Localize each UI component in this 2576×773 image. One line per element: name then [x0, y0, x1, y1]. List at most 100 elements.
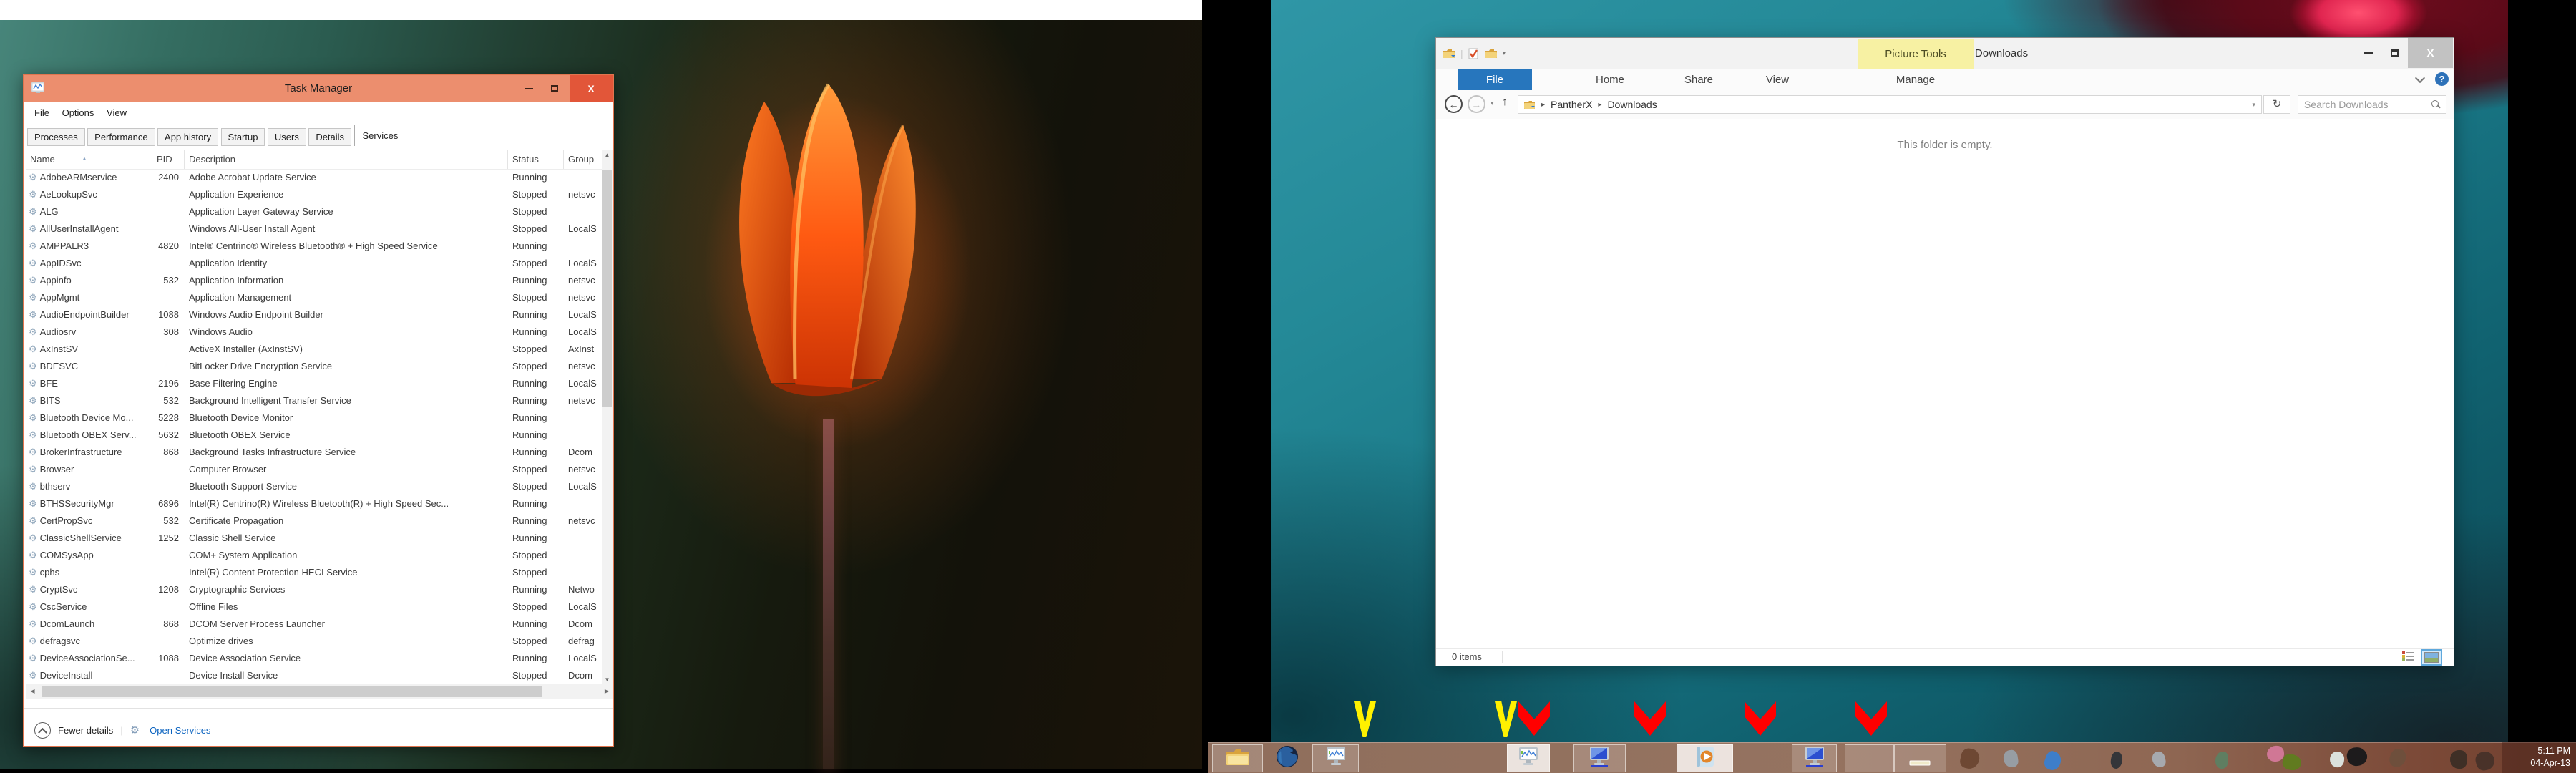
service-row[interactable]: ⚙BFE2196Base Filtering EngineRunningLoca…: [26, 375, 602, 392]
tab-home[interactable]: Home: [1596, 69, 1624, 90]
menu-view[interactable]: View: [107, 107, 127, 118]
up-button[interactable]: ↑: [1502, 96, 1508, 109]
tray-icon[interactable]: [2346, 746, 2368, 767]
tray-icon[interactable]: [1958, 747, 1981, 771]
maximize-button[interactable]: [2382, 38, 2406, 68]
close-button[interactable]: X: [2408, 38, 2453, 68]
properties-icon[interactable]: [1468, 48, 1479, 59]
tab-processes[interactable]: Processes: [27, 128, 85, 146]
fewer-details-button[interactable]: Fewer details: [58, 725, 113, 736]
column-header-description[interactable]: Description: [185, 150, 508, 169]
service-row[interactable]: ⚙Audiosrv308Windows AudioRunningLocalS: [26, 324, 602, 341]
column-header-group[interactable]: Group: [564, 150, 602, 169]
task-manager-taskbar-button[interactable]: [1312, 744, 1359, 772]
address-dropdown-icon[interactable]: ▾: [2252, 101, 2255, 109]
column-header-name[interactable]: ▲Name: [26, 150, 152, 169]
breadcrumb-downloads[interactable]: Downloads: [1607, 99, 1657, 110]
minimize-button[interactable]: [2356, 38, 2381, 68]
menu-file[interactable]: File: [34, 107, 49, 118]
service-row[interactable]: ⚙COMSysAppCOM+ System ApplicationStopped: [26, 547, 602, 564]
tab-details[interactable]: Details: [308, 128, 351, 146]
breadcrumb-pantherx[interactable]: PantherX: [1551, 99, 1592, 110]
tab-view[interactable]: View: [1766, 69, 1789, 90]
menu-options[interactable]: Options: [62, 107, 94, 118]
tab-app-history[interactable]: App history: [157, 128, 218, 146]
service-row[interactable]: ⚙AllUserInstallAgentWindows All-User Ins…: [26, 220, 602, 238]
service-row[interactable]: ⚙DeviceAssociationSe...1088Device Associ…: [26, 650, 602, 667]
tab-services[interactable]: Services: [354, 125, 407, 146]
new-folder-icon[interactable]: [1484, 48, 1498, 59]
refresh-button[interactable]: ↻: [2263, 95, 2290, 114]
tab-share[interactable]: Share: [1684, 69, 1713, 90]
service-row[interactable]: ⚙bthservBluetooth Support ServiceStopped…: [26, 478, 602, 495]
tab-startup[interactable]: Startup: [221, 128, 265, 146]
service-row[interactable]: ⚙AdobeARMservice2400Adobe Acrobat Update…: [26, 169, 602, 186]
vertical-scrollbar-thumb[interactable]: [602, 170, 612, 407]
task-manager-taskbar-button[interactable]: [1507, 744, 1550, 772]
file-explorer-taskbar-button[interactable]: [1212, 744, 1263, 772]
details-view-toggle[interactable]: [2402, 651, 2415, 663]
service-row[interactable]: ⚙ALGApplication Layer Gateway ServiceSto…: [26, 203, 602, 220]
service-row[interactable]: ⚙AppIDSvcApplication IdentityStoppedLoca…: [26, 255, 602, 272]
service-row[interactable]: ⚙AxInstSVActiveX Installer (AxInstSV)Sto…: [26, 341, 602, 358]
tray-icon[interactable]: [2215, 752, 2228, 769]
tray-icon[interactable]: [2151, 750, 2167, 768]
tab-manage[interactable]: Manage: [1896, 69, 1935, 90]
service-row[interactable]: ⚙defragsvcOptimize drivesStoppeddefrag: [26, 633, 602, 650]
service-row[interactable]: ⚙CscServiceOffline FilesStoppedLocalS: [26, 598, 602, 616]
scroll-up-icon[interactable]: ▲: [602, 152, 613, 158]
service-row[interactable]: ⚙Bluetooth OBEX Serv...5632Bluetooth OBE…: [26, 427, 602, 444]
service-row[interactable]: ⚙BITS532Background Intelligent Transfer …: [26, 392, 602, 409]
scroll-right-icon[interactable]: ▶: [602, 688, 611, 694]
service-row[interactable]: ⚙CertPropSvc532Certificate PropagationRu…: [26, 512, 602, 530]
horizontal-scrollbar-thumb[interactable]: [42, 686, 542, 697]
horizontal-scrollbar[interactable]: ◀ ▶: [26, 684, 613, 699]
tray-icon[interactable]: [2474, 749, 2497, 772]
help-icon[interactable]: ?: [2435, 72, 2449, 86]
tab-users[interactable]: Users: [268, 128, 306, 146]
tab-performance[interactable]: Performance: [87, 128, 155, 146]
computer-taskbar-button[interactable]: [1792, 744, 1837, 772]
collapse-circle-icon[interactable]: [34, 722, 51, 739]
search-icon[interactable]: [2431, 100, 2440, 109]
column-header-pid[interactable]: PID: [152, 150, 185, 169]
taskbar-clock[interactable]: 5:11 PM 04-Apr-13: [2502, 742, 2576, 773]
back-button[interactable]: ←: [1445, 95, 1463, 113]
column-header-status[interactable]: Status: [508, 150, 564, 169]
recent-locations-icon[interactable]: ▾: [1491, 99, 1494, 107]
folder-content-area[interactable]: This folder is empty.: [1436, 119, 2454, 648]
service-row[interactable]: ⚙AMPPALR34820Intel® Centrino® Wireless B…: [26, 238, 602, 255]
service-row[interactable]: ⚙Appinfo532Application InformationRunnin…: [26, 272, 602, 289]
tray-icon[interactable]: [2281, 752, 2303, 772]
computer-taskbar-button[interactable]: [1573, 744, 1626, 772]
thumbnail-view-toggle[interactable]: [2421, 649, 2442, 666]
blank-taskbar-button[interactable]: [1845, 744, 1894, 772]
service-row[interactable]: ⚙CryptSvc1208Cryptographic ServicesRunni…: [26, 581, 602, 598]
service-row[interactable]: ⚙BrowserComputer BrowserStoppednetsvc: [26, 461, 602, 478]
window-taskbar-button[interactable]: [1894, 744, 1946, 772]
service-row[interactable]: ⚙BrokerInfrastructure868Background Tasks…: [26, 444, 602, 461]
service-row[interactable]: ⚙DeviceInstallDevice Install ServiceStop…: [26, 667, 602, 684]
qat-customize-icon[interactable]: ▾: [1503, 49, 1506, 57]
minimize-button[interactable]: [517, 75, 541, 102]
service-row[interactable]: ⚙cphsIntel(R) Content Protection HECI Se…: [26, 564, 602, 581]
tray-icon[interactable]: [2266, 745, 2285, 762]
vertical-scrollbar[interactable]: ▲ ▼: [602, 150, 613, 684]
firefox-taskbar-button[interactable]: [1264, 744, 1310, 772]
tray-icon[interactable]: [2002, 749, 2019, 769]
ribbon-collapse-icon[interactable]: [2416, 74, 2426, 84]
search-input[interactable]: Search Downloads: [2298, 95, 2446, 114]
maximize-button[interactable]: [542, 75, 567, 102]
address-breadcrumb-field[interactable]: ▸ PantherX ▸ Downloads ▾: [1518, 95, 2262, 114]
tray-icon[interactable]: [2329, 751, 2346, 769]
service-row[interactable]: ⚙BTHSSecurityMgr6896Intel(R) Centrino(R)…: [26, 495, 602, 512]
open-services-link[interactable]: Open Services: [150, 725, 210, 736]
media-player-taskbar-button[interactable]: [1677, 744, 1733, 772]
close-button[interactable]: X: [570, 75, 613, 102]
tab-file[interactable]: File: [1458, 69, 1532, 90]
service-row[interactable]: ⚙AudioEndpointBuilder1088Windows Audio E…: [26, 306, 602, 324]
tray-icon[interactable]: [2450, 750, 2467, 769]
service-row[interactable]: ⚙AppMgmtApplication ManagementStoppednet…: [26, 289, 602, 306]
explorer-folder-icon[interactable]: [1442, 48, 1455, 59]
service-row[interactable]: ⚙ClassicShellService1252Classic Shell Se…: [26, 530, 602, 547]
